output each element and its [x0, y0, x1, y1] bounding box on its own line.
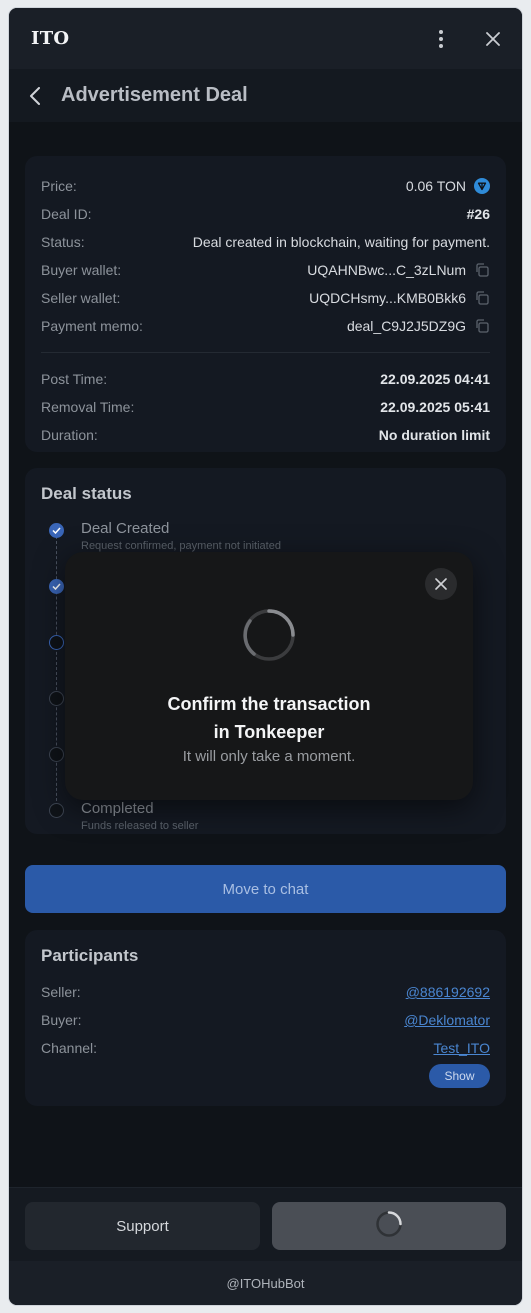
- check-icon: [49, 523, 64, 538]
- timeline-step: Completed Funds released to seller: [49, 800, 490, 856]
- channel-row: Channel: Test_ITO: [41, 1034, 490, 1062]
- step-dot: [49, 635, 64, 650]
- participants-card: Participants Seller: @886192692 Buyer: @…: [25, 930, 506, 1106]
- seller-wallet-label: Seller wallet:: [41, 290, 121, 306]
- spinner-icon: [242, 608, 296, 662]
- status-row: Status: Deal created in blockchain, wait…: [41, 228, 490, 256]
- title-bar: ITO: [9, 8, 522, 69]
- duration-label: Duration:: [41, 427, 98, 443]
- step-dot: [49, 803, 64, 818]
- duration-row: Duration: No duration limit: [41, 421, 490, 449]
- payment-memo-row: Payment memo: deal_C9J2J5DZ9G: [41, 312, 490, 340]
- deal-id-label: Deal ID:: [41, 206, 92, 222]
- price-label: Price:: [41, 178, 77, 194]
- show-button[interactable]: Show: [429, 1064, 490, 1088]
- ton-icon: [474, 178, 490, 194]
- seller-wallet-value: UQDCHsmy...KMB0Bkk6: [309, 290, 466, 306]
- channel-label: Channel:: [41, 1040, 98, 1056]
- deal-status-title: Deal status: [41, 484, 132, 503]
- post-time-label: Post Time:: [41, 371, 108, 387]
- price-value: 0.06 TON: [405, 178, 466, 194]
- post-time-row: Post Time: 22.09.2025 04:41: [41, 365, 490, 393]
- copy-icon[interactable]: [474, 318, 490, 334]
- step-title: Deal Created: [81, 520, 170, 537]
- check-icon: [49, 579, 64, 594]
- confirm-transaction-modal: Confirm the transaction in Tonkeeper It …: [65, 552, 473, 800]
- buyer-label: Buyer:: [41, 1012, 82, 1028]
- step-dot: [49, 747, 64, 762]
- bot-name-bar: @ITOHubBot: [9, 1261, 522, 1305]
- modal-title-line2: in Tonkeeper: [213, 722, 325, 742]
- support-button[interactable]: Support: [25, 1202, 260, 1250]
- buyer-wallet-row: Buyer wallet: UQAHNBwc...C_3zLNum: [41, 256, 490, 284]
- pay-button[interactable]: [272, 1202, 506, 1250]
- post-time-value: 22.09.2025 04:41: [380, 371, 490, 387]
- buyer-row: Buyer: @Deklomator: [41, 1006, 490, 1034]
- buyer-wallet-value: UQAHNBwc...C_3zLNum: [307, 262, 466, 278]
- removal-time-label: Removal Time:: [41, 399, 135, 415]
- seller-label: Seller:: [41, 984, 81, 1000]
- mini-app-window: ITO Advertisement Deal Price: 0.06 TON D…: [9, 8, 522, 1305]
- seller-link[interactable]: @886192692: [406, 984, 490, 1000]
- step-dot: [49, 691, 64, 706]
- app-title: ITO: [31, 28, 70, 49]
- close-icon[interactable]: [482, 28, 504, 50]
- status-label: Status:: [41, 234, 85, 250]
- step-subtitle: Funds released to seller: [81, 820, 199, 832]
- modal-title: Confirm the transaction in Tonkeeper: [139, 690, 399, 746]
- seller-row: Seller: @886192692: [41, 978, 490, 1006]
- buyer-wallet-label: Buyer wallet:: [41, 262, 122, 278]
- channel-link[interactable]: Test_ITO: [433, 1040, 490, 1056]
- modal-subtitle: It will only take a moment.: [182, 748, 356, 765]
- payment-memo-label: Payment memo:: [41, 318, 143, 334]
- removal-time-value: 22.09.2025 05:41: [380, 399, 490, 415]
- spinner-icon: [375, 1210, 403, 1243]
- payment-memo-value: deal_C9J2J5DZ9G: [346, 318, 466, 334]
- duration-value: No duration limit: [378, 427, 490, 443]
- deal-id-value: #26: [466, 206, 490, 222]
- copy-icon[interactable]: [474, 262, 490, 278]
- step-title: Completed: [81, 800, 154, 817]
- copy-icon[interactable]: [474, 290, 490, 306]
- more-vertical-icon[interactable]: [430, 28, 452, 50]
- removal-time-row: Removal Time: 22.09.2025 05:41: [41, 393, 490, 421]
- chevron-left-icon[interactable]: [21, 82, 49, 110]
- deal-info-card: Price: 0.06 TON Deal ID: #26 Status: Dea…: [25, 156, 506, 452]
- close-icon[interactable]: [425, 568, 457, 600]
- footer-actions: Support: [9, 1187, 522, 1262]
- deal-id-row: Deal ID: #26: [41, 200, 490, 228]
- page-title: Advertisement Deal: [61, 84, 248, 106]
- modal-title-line1: Confirm the transaction: [167, 694, 371, 714]
- page-header: Advertisement Deal: [9, 69, 522, 122]
- buyer-link[interactable]: @Deklomator: [404, 1012, 490, 1028]
- price-row: Price: 0.06 TON: [41, 172, 490, 200]
- participants-title: Participants: [41, 946, 139, 965]
- divider: [41, 352, 490, 353]
- seller-wallet-row: Seller wallet: UQDCHsmy...KMB0Bkk6: [41, 284, 490, 312]
- status-value: Deal created in blockchain, waiting for …: [192, 234, 490, 250]
- move-to-chat-button[interactable]: Move to chat: [25, 865, 506, 913]
- step-subtitle: Request confirmed, payment not initiated: [81, 540, 281, 552]
